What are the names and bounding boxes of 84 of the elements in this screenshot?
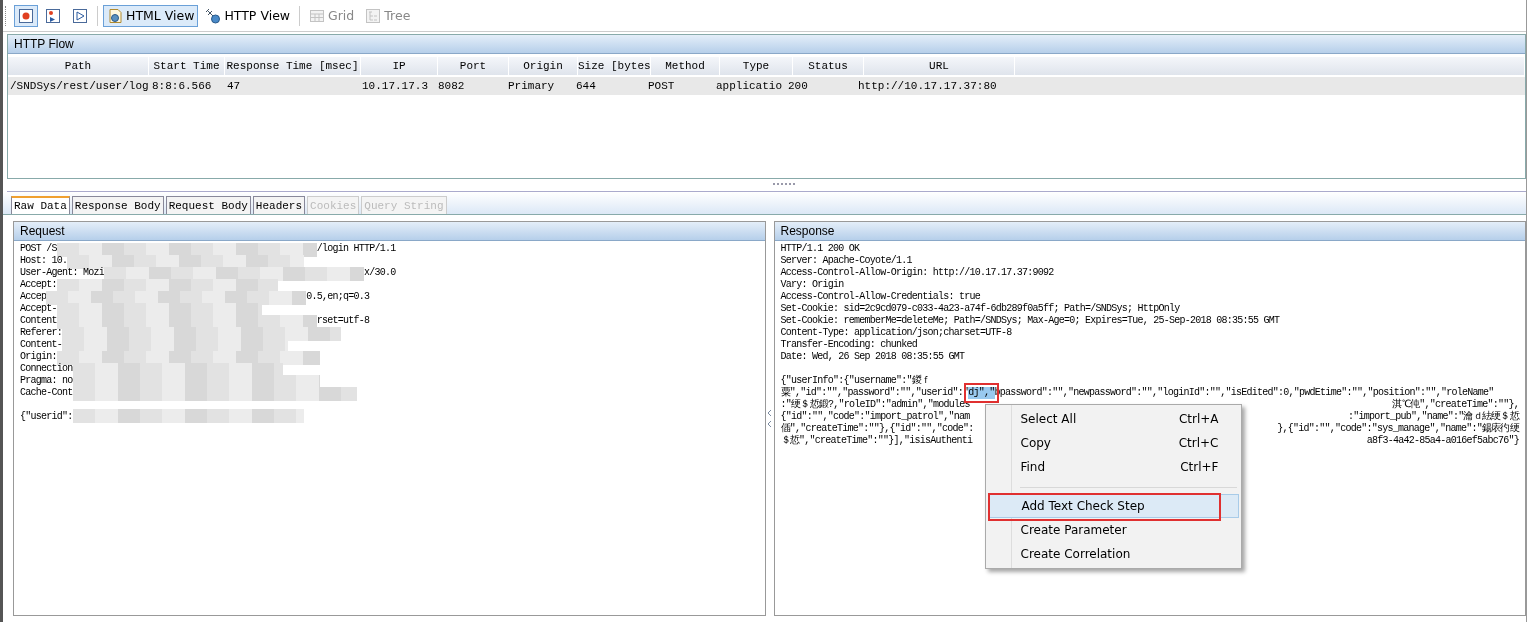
tab[interactable]: Request Body bbox=[165, 196, 251, 214]
column-header[interactable]: Port bbox=[438, 57, 509, 75]
column-header[interactable]: IP bbox=[361, 57, 438, 75]
text-line: Set-Cookie: sid=2c9cd079-c033-4a23-a74f-6db289f0a5ff; Path=/SNDSys; HttpOnly bbox=[780, 303, 1180, 315]
text-line: Connection bbox=[20, 363, 73, 375]
panel-title: Request bbox=[14, 222, 765, 241]
column-header[interactable]: Origin bbox=[509, 57, 578, 75]
menu-item[interactable]: Copy Ctrl+C bbox=[987, 431, 1239, 455]
text-line: Server: Apache-Coyote/1.1 bbox=[780, 255, 912, 267]
text-line: Vary: Origin bbox=[780, 279, 844, 291]
text-line: /login HTTP/1.1 bbox=[316, 243, 396, 255]
text-line: Origin: bbox=[20, 351, 57, 363]
text-line: ＄悊","createTime":""}],"isisAuthenti bbox=[780, 435, 973, 447]
table-cell-text: 644 bbox=[575, 80, 597, 92]
tree-icon bbox=[365, 7, 382, 24]
text-line: },{"id":"","code":"sys_manage","name":"鍚庡彴绠 bbox=[1277, 423, 1519, 435]
text-line: Pragma: no bbox=[20, 375, 73, 387]
grid-icon bbox=[309, 7, 326, 24]
text-line: Date: Wed, 26 Sep 2018 08:35:55 GMT bbox=[780, 351, 965, 363]
table-cell-text: 8:8:6.566 bbox=[151, 80, 213, 92]
panel-title: HTTP Flow bbox=[8, 35, 1525, 54]
column-header[interactable]: URL bbox=[864, 57, 1015, 75]
shortcut-text: Ctrl+F bbox=[1180, 460, 1219, 474]
menu-item[interactable]: Create Correlation bbox=[987, 542, 1239, 566]
column-header[interactable]: Method bbox=[651, 57, 720, 75]
shortcut-text: Ctrl+A bbox=[1178, 412, 1219, 426]
table-cell-text: applicatio bbox=[715, 80, 783, 92]
table-cell-text: 10.17.17.3 bbox=[361, 80, 429, 92]
text-line: Accept: bbox=[20, 279, 57, 291]
text-line: Access-Control-Allow-Credentials: true bbox=[780, 291, 981, 303]
menu-item[interactable]: Add Text Check Step bbox=[987, 494, 1239, 518]
table-cell-text: 8082 bbox=[437, 80, 466, 92]
menu-item[interactable]: Create Parameter bbox=[987, 518, 1239, 542]
record-button[interactable] bbox=[14, 4, 38, 27]
tab[interactable]: Response Body bbox=[71, 196, 164, 214]
table-cell-text: http://10.17.17.37:80 bbox=[857, 80, 998, 92]
html-view-button[interactable]: HTML View bbox=[103, 4, 199, 27]
text-line: POST /S bbox=[20, 243, 57, 255]
column-header[interactable]: Status bbox=[793, 57, 864, 75]
text-line: Accep bbox=[20, 291, 47, 303]
text-line: Host: 10. bbox=[20, 255, 68, 267]
column-header[interactable]: Size [bytes bbox=[578, 57, 651, 75]
text-line: 淇℃伅","createTime":""}, bbox=[1392, 399, 1519, 411]
text-line: Accept- bbox=[20, 303, 57, 315]
text-line: Content- bbox=[20, 339, 62, 351]
text-line: Set-Cookie: rememberMe=deleteMe; Path=/SNDSys; Max-Age=0; Expires=Tue, 25-Sep-2018 08:35:55 GMT bbox=[780, 315, 1280, 327]
text-line: Content-Type: application/json;charset=UTF-8 bbox=[780, 327, 1012, 339]
column-header[interactable]: Start Time bbox=[149, 57, 225, 75]
column-header[interactable]: Response Time [msec] bbox=[225, 57, 361, 75]
text-line: Content bbox=[20, 315, 57, 327]
satellite-globe-icon bbox=[205, 7, 222, 24]
tab[interactable]: Headers bbox=[252, 196, 306, 214]
text-line: a8f3-4a42-85a4-a016ef5abc76"} bbox=[1366, 435, 1519, 447]
text-line: Transfer-Encoding: chunked bbox=[780, 339, 918, 351]
text-line: :"import_pub","name":"瀹ｄ紶绠＄悊 bbox=[1347, 411, 1519, 423]
text-line: rset=utf-8 bbox=[316, 315, 370, 327]
menu-item[interactable]: Find Ctrl+F bbox=[987, 455, 1239, 479]
text-line: 0.5,en;q=0.3 bbox=[306, 291, 370, 303]
table-cell-text: POST bbox=[647, 80, 676, 92]
text-line: HTTP/1.1 200 OK bbox=[780, 243, 860, 255]
text-line: User-Agent: Mozi bbox=[20, 267, 104, 279]
http-view-button[interactable]: HTTP View bbox=[201, 4, 295, 27]
panel-title: Response bbox=[774, 222, 1525, 241]
column-header[interactable]: Path bbox=[8, 57, 149, 75]
table-cell-text: Primary bbox=[507, 80, 556, 92]
menu-item[interactable]: Select All Ctrl+A bbox=[987, 407, 1239, 431]
table-cell-text: 200 bbox=[787, 80, 809, 92]
text-line: Cache-Cont bbox=[20, 387, 73, 399]
tab[interactable]: Raw Data bbox=[11, 196, 70, 214]
table-cell-text: 47 bbox=[226, 80, 242, 92]
page-globe-icon bbox=[107, 7, 123, 24]
text-line: Referer: bbox=[20, 327, 62, 339]
table-row[interactable]: /SNDSys/rest/user/log 8:8:6.566 47 10.17.17.3 8082 Primary 644 POST applicatio 200 http://10.17.17.37:80 bbox=[8, 77, 1525, 95]
table-cell-text: /SNDSys/rest/user/log bbox=[9, 80, 148, 92]
shortcut-text: Ctrl+C bbox=[1178, 436, 1219, 450]
text-line: {"userid": bbox=[20, 411, 73, 423]
text-line: {"userInfo":{"username":"鍐ｆ bbox=[780, 375, 931, 387]
text-line: x/30.0 bbox=[364, 267, 396, 279]
text-line: 偛","createTime":""},{"id":"","code": bbox=[780, 423, 974, 435]
text-line: :"绠＄悊鍛?,"roleID":"admin","modules bbox=[780, 399, 970, 411]
text-line: {"id":"","code":"import_patrol","nam bbox=[780, 411, 970, 423]
collapse-arrow-icon[interactable] bbox=[767, 408, 772, 429]
text-line: Access-Control-Allow-Origin: http://10.17.17.37:9092 bbox=[780, 267, 1054, 279]
column-header[interactable]: Type bbox=[720, 57, 793, 75]
